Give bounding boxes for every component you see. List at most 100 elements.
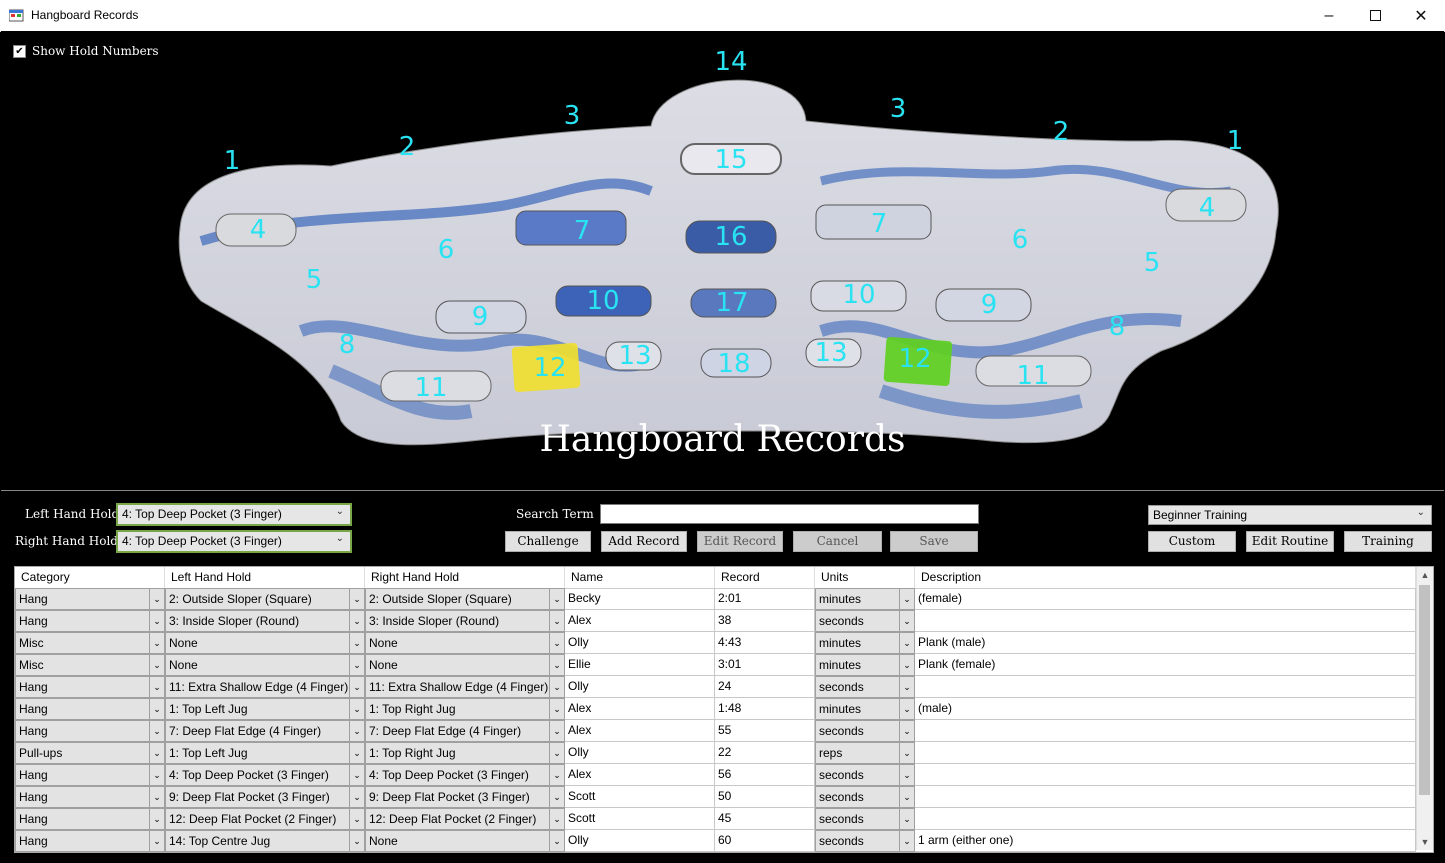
chevron-down-icon[interactable]: ⌄: [349, 787, 364, 807]
table-cell[interactable]: [915, 676, 1416, 698]
column-header[interactable]: Record: [715, 567, 815, 588]
table-cell[interactable]: 60: [715, 830, 815, 852]
table-cell-dropdown[interactable]: minutes ⌄: [815, 654, 915, 676]
table-cell-dropdown[interactable]: 1: Top Right Jug ⌄: [365, 698, 565, 720]
table-cell-dropdown[interactable]: seconds ⌄: [815, 808, 915, 830]
chevron-down-icon[interactable]: ⌄: [899, 677, 914, 697]
table-cell-dropdown[interactable]: minutes ⌄: [815, 588, 915, 610]
table-cell[interactable]: [915, 720, 1416, 742]
table-cell[interactable]: 24: [715, 676, 815, 698]
show-hold-numbers-checkbox[interactable]: ✔ Show Hold Numbers: [13, 44, 159, 58]
table-cell[interactable]: [915, 610, 1416, 632]
table-cell-dropdown[interactable]: 7: Deep Flat Edge (4 Finger) ⌄: [165, 720, 365, 742]
table-cell[interactable]: 4:43: [715, 632, 815, 654]
table-cell-dropdown[interactable]: 9: Deep Flat Pocket (3 Finger) ⌄: [365, 786, 565, 808]
table-cell-dropdown[interactable]: 12: Deep Flat Pocket (2 Finger) ⌄: [365, 808, 565, 830]
table-cell-dropdown[interactable]: None ⌄: [365, 632, 565, 654]
table-cell[interactable]: Alex: [565, 610, 715, 632]
chevron-down-icon[interactable]: ⌄: [549, 721, 564, 741]
table-cell-dropdown[interactable]: None ⌄: [165, 632, 365, 654]
table-cell[interactable]: 50: [715, 786, 815, 808]
chevron-down-icon[interactable]: ⌄: [149, 831, 164, 851]
records-table[interactable]: Category Left Hand Hold Right Hand Hold Nam…: [14, 566, 1434, 853]
table-cell[interactable]: Scott: [565, 808, 715, 830]
scroll-down-icon[interactable]: ▼: [1417, 834, 1433, 850]
chevron-down-icon[interactable]: ⌄: [349, 831, 364, 851]
table-cell[interactable]: Plank (male): [915, 632, 1416, 654]
training-button[interactable]: Training: [1344, 531, 1432, 552]
column-header[interactable]: Left Hand Hold: [165, 567, 365, 588]
table-cell-dropdown[interactable]: 1: Top Left Jug ⌄: [165, 698, 365, 720]
chevron-down-icon[interactable]: ⌄: [899, 655, 914, 675]
table-cell-dropdown[interactable]: Misc ⌄: [15, 632, 165, 654]
table-cell[interactable]: Plank (female): [915, 654, 1416, 676]
table-cell-dropdown[interactable]: seconds ⌄: [815, 720, 915, 742]
table-cell[interactable]: [915, 808, 1416, 830]
table-cell-dropdown[interactable]: seconds ⌄: [815, 764, 915, 786]
table-row[interactable]: Misc ⌄ None ⌄ None ⌄ Ellie 3:01 minutes ⌄ Plank (f…: [15, 654, 1416, 676]
table-row[interactable]: Hang ⌄ 4: Top Deep Pocket (3 Finger) ⌄ 4: To…: [15, 764, 1416, 786]
routine-select[interactable]: Beginner Training ⌄: [1148, 505, 1432, 525]
chevron-down-icon[interactable]: ⌄: [899, 787, 914, 807]
chevron-down-icon[interactable]: ⌄: [349, 633, 364, 653]
maximize-button[interactable]: [1352, 0, 1398, 31]
chevron-down-icon[interactable]: ⌄: [549, 633, 564, 653]
chevron-down-icon[interactable]: ⌄: [149, 787, 164, 807]
table-cell[interactable]: Ellie: [565, 654, 715, 676]
table-cell[interactable]: [915, 786, 1416, 808]
column-header[interactable]: Name: [565, 567, 715, 588]
chevron-down-icon[interactable]: ⌄: [149, 611, 164, 631]
chevron-down-icon[interactable]: ⌄: [149, 721, 164, 741]
table-cell-dropdown[interactable]: Hang ⌄: [15, 610, 165, 632]
chevron-down-icon[interactable]: ⌄: [899, 765, 914, 785]
minimize-button[interactable]: –: [1306, 0, 1352, 31]
table-cell-dropdown[interactable]: Pull-ups ⌄: [15, 742, 165, 764]
chevron-down-icon[interactable]: ⌄: [549, 809, 564, 829]
search-input[interactable]: [600, 504, 979, 524]
chevron-down-icon[interactable]: ⌄: [899, 589, 914, 609]
vertical-scrollbar[interactable]: ▲ ▼: [1416, 567, 1433, 850]
table-cell[interactable]: Olly: [565, 830, 715, 852]
chevron-down-icon[interactable]: ⌄: [549, 787, 564, 807]
table-cell[interactable]: Olly: [565, 676, 715, 698]
chevron-down-icon[interactable]: ⌄: [549, 765, 564, 785]
table-cell-dropdown[interactable]: 2: Outside Sloper (Square) ⌄: [365, 588, 565, 610]
cancel-button[interactable]: Cancel: [793, 531, 882, 552]
table-cell-dropdown[interactable]: Hang ⌄: [15, 720, 165, 742]
table-cell-dropdown[interactable]: seconds ⌄: [815, 786, 915, 808]
table-cell[interactable]: Olly: [565, 632, 715, 654]
chevron-down-icon[interactable]: ⌄: [349, 677, 364, 697]
table-row[interactable]: Hang ⌄ 14: Top Centre Jug ⌄ None ⌄ Olly 60 secon…: [15, 830, 1416, 852]
scroll-up-icon[interactable]: ▲: [1417, 567, 1433, 583]
table-cell-dropdown[interactable]: 1: Top Right Jug ⌄: [365, 742, 565, 764]
table-cell-dropdown[interactable]: 12: Deep Flat Pocket (2 Finger) ⌄: [165, 808, 365, 830]
edit-routine-button[interactable]: Edit Routine: [1246, 531, 1334, 552]
chevron-down-icon[interactable]: ⌄: [549, 677, 564, 697]
save-button[interactable]: Save: [890, 531, 978, 552]
chevron-down-icon[interactable]: ⌄: [349, 809, 364, 829]
chevron-down-icon[interactable]: ⌄: [549, 611, 564, 631]
table-cell-dropdown[interactable]: seconds ⌄: [815, 676, 915, 698]
table-cell[interactable]: Alex: [565, 698, 715, 720]
table-cell[interactable]: 38: [715, 610, 815, 632]
chevron-down-icon[interactable]: ⌄: [349, 743, 364, 763]
table-cell-dropdown[interactable]: 11: Extra Shallow Edge (4 Finger) ⌄: [365, 676, 565, 698]
column-header[interactable]: Right Hand Hold: [365, 567, 565, 588]
table-cell-dropdown[interactable]: 3: Inside Sloper (Round) ⌄: [165, 610, 365, 632]
table-cell[interactable]: (male): [915, 698, 1416, 720]
table-cell-dropdown[interactable]: 3: Inside Sloper (Round) ⌄: [365, 610, 565, 632]
chevron-down-icon[interactable]: ⌄: [899, 611, 914, 631]
table-cell-dropdown[interactable]: 1: Top Left Jug ⌄: [165, 742, 365, 764]
table-cell[interactable]: 22: [715, 742, 815, 764]
table-cell-dropdown[interactable]: reps ⌄: [815, 742, 915, 764]
table-cell-dropdown[interactable]: Hang ⌄: [15, 830, 165, 852]
chevron-down-icon[interactable]: ⌄: [349, 765, 364, 785]
table-cell-dropdown[interactable]: Hang ⌄: [15, 676, 165, 698]
column-header[interactable]: Description: [915, 567, 1416, 588]
add-record-button[interactable]: Add Record: [601, 531, 687, 552]
chevron-down-icon[interactable]: ⌄: [149, 743, 164, 763]
table-cell-dropdown[interactable]: 14: Top Centre Jug ⌄: [165, 830, 365, 852]
column-header[interactable]: Category: [15, 567, 165, 588]
table-cell[interactable]: 45: [715, 808, 815, 830]
table-cell-dropdown[interactable]: minutes ⌄: [815, 632, 915, 654]
